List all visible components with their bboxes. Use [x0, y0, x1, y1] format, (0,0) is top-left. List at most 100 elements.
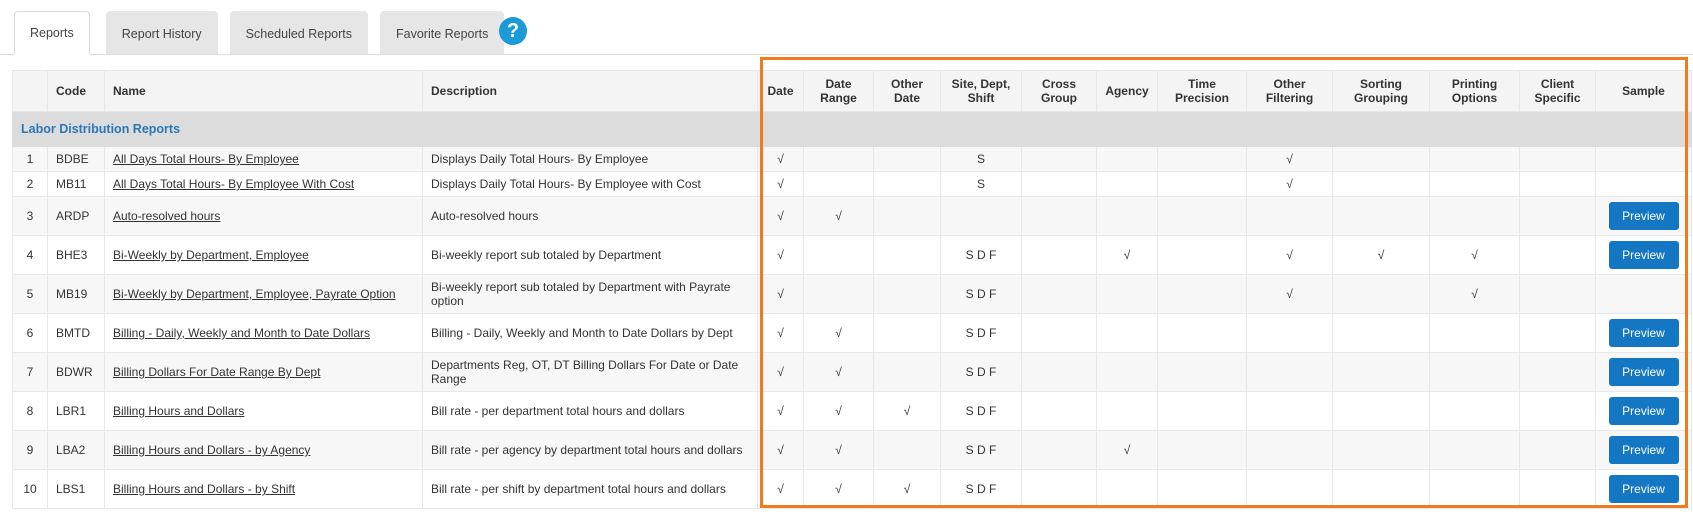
row-name-cell: Billing - Daily, Weekly and Month to Dat… [104, 313, 423, 353]
row-name-cell: Auto-resolved hours [104, 196, 423, 236]
cell-other-date [873, 430, 941, 470]
cell-cross-group [1021, 430, 1097, 470]
column-header-date-range: Date Range [803, 70, 874, 112]
table-row: 1 BDBE All Days Total Hours- By Employee Di… [12, 146, 1692, 172]
preview-button[interactable]: Preview [1608, 397, 1679, 425]
report-name-link[interactable]: Billing Hours and Dollars - by Agency [113, 443, 310, 457]
row-description: Bi-weekly report sub totaled by Departme… [422, 274, 758, 314]
cell-cross-group [1021, 146, 1097, 172]
row-name-cell: Bi-Weekly by Department, Employee [104, 235, 423, 275]
cell-other-date [873, 196, 941, 236]
report-name-link[interactable]: All Days Total Hours- By Employee With C… [113, 177, 354, 191]
cell-time-precision [1157, 274, 1247, 314]
row-code: BMTD [47, 313, 105, 353]
report-name-link[interactable]: Billing - Daily, Weekly and Month to Dat… [113, 326, 370, 340]
preview-button[interactable]: Preview [1608, 319, 1679, 347]
cell-date: √ [757, 352, 804, 392]
column-header-site-dept-shift: Site, Dept, Shift [940, 70, 1022, 112]
tab-divider [0, 54, 1693, 55]
cell-client-specific [1519, 313, 1596, 353]
table-row: 3 ARDP Auto-resolved hours Auto-resolved ho… [12, 196, 1692, 236]
cell-other-date [873, 235, 941, 275]
preview-button[interactable]: Preview [1608, 202, 1679, 230]
row-name-cell: Billing Hours and Dollars [104, 391, 423, 431]
cell-time-precision [1157, 391, 1247, 431]
cell-sample: Preview [1595, 469, 1692, 509]
cell-sorting-grouping [1332, 352, 1430, 392]
cell-client-specific [1519, 235, 1596, 275]
cell-date-range: √ [803, 196, 874, 236]
row-code: LBR1 [47, 391, 105, 431]
row-description: Billing - Daily, Weekly and Month to Dat… [422, 313, 758, 353]
tab-reports[interactable]: Reports [14, 11, 90, 55]
cell-site-dept-shift: S D F [940, 313, 1022, 353]
cell-date-range: √ [803, 313, 874, 353]
cell-printing-options [1429, 196, 1520, 236]
row-name-cell: Billing Dollars For Date Range By Dept [104, 352, 423, 392]
preview-button[interactable]: Preview [1608, 436, 1679, 464]
cell-time-precision [1157, 196, 1247, 236]
cell-date: √ [757, 196, 804, 236]
report-name-link[interactable]: Auto-resolved hours [113, 209, 220, 223]
cell-agency [1096, 313, 1158, 353]
row-code: MB19 [47, 274, 105, 314]
cell-printing-options: √ [1429, 274, 1520, 314]
report-name-link[interactable]: Bi-Weekly by Department, Employee, Payra… [113, 287, 396, 301]
preview-button[interactable]: Preview [1608, 475, 1679, 503]
cell-agency [1096, 171, 1158, 197]
cell-client-specific [1519, 196, 1596, 236]
cell-time-precision [1157, 171, 1247, 197]
report-name-link[interactable]: Billing Dollars For Date Range By Dept [113, 365, 320, 379]
row-description: Departments Reg, OT, DT Billing Dollars … [422, 352, 758, 392]
table-row: 4 BHE3 Bi-Weekly by Department, Employee Bi… [12, 235, 1692, 275]
preview-button[interactable]: Preview [1608, 358, 1679, 386]
cell-other-filtering: √ [1246, 146, 1333, 172]
row-code: ARDP [47, 196, 105, 236]
row-name-cell: Billing Hours and Dollars - by Agency [104, 430, 423, 470]
cell-printing-options [1429, 171, 1520, 197]
group-title: Labor Distribution Reports [12, 111, 1692, 147]
cell-agency [1096, 274, 1158, 314]
report-tabs: Reports Report History Scheduled Reports… [14, 11, 516, 55]
cell-sorting-grouping [1332, 146, 1430, 172]
cell-date-range: √ [803, 391, 874, 431]
column-header-agency: Agency [1096, 70, 1158, 112]
tab-favorite-reports[interactable]: Favorite Reports [380, 11, 505, 55]
cell-time-precision [1157, 430, 1247, 470]
cell-sample: Preview [1595, 196, 1692, 236]
cell-date-range [803, 235, 874, 275]
table-body: Labor Distribution Reports 1 BDBE All Days… [12, 111, 1692, 509]
help-icon[interactable]: ? [499, 17, 527, 45]
row-number: 1 [12, 146, 48, 172]
cell-time-precision [1157, 235, 1247, 275]
cell-date-range: √ [803, 469, 874, 509]
tab-report-history[interactable]: Report History [105, 11, 218, 55]
cell-site-dept-shift: S D F [940, 391, 1022, 431]
report-name-link[interactable]: Bi-Weekly by Department, Employee [113, 248, 309, 262]
row-description: Bi-weekly report sub totaled by Departme… [422, 235, 758, 275]
report-name-link[interactable]: Billing Hours and Dollars - by Shift [113, 482, 295, 496]
column-header-name: Name [104, 70, 423, 112]
cell-agency [1096, 391, 1158, 431]
cell-date: √ [757, 313, 804, 353]
cell-site-dept-shift: S [940, 171, 1022, 197]
row-number: 3 [12, 196, 48, 236]
report-name-link[interactable]: Billing Hours and Dollars [113, 404, 244, 418]
table-row: 10 LBS1 Billing Hours and Dollars - by Shi… [12, 469, 1692, 509]
report-name-link[interactable]: All Days Total Hours- By Employee [113, 152, 299, 166]
table-row: 8 LBR1 Billing Hours and Dollars Bill rate … [12, 391, 1692, 431]
cell-sample [1595, 274, 1692, 314]
row-description: Auto-resolved hours [422, 196, 758, 236]
table-row: 2 MB11 All Days Total Hours- By Employee W… [12, 171, 1692, 197]
cell-cross-group [1021, 274, 1097, 314]
column-header-date: Date [757, 70, 804, 112]
tab-scheduled-reports[interactable]: Scheduled Reports [229, 11, 368, 55]
cell-other-date: √ [873, 391, 941, 431]
column-header-sample: Sample [1595, 70, 1692, 112]
cell-date: √ [757, 391, 804, 431]
preview-button[interactable]: Preview [1608, 241, 1679, 269]
column-header-client-specific: Client Specific [1519, 70, 1596, 112]
cell-other-filtering [1246, 313, 1333, 353]
table-row: 9 LBA2 Billing Hours and Dollars - by Agen… [12, 430, 1692, 470]
cell-agency [1096, 146, 1158, 172]
